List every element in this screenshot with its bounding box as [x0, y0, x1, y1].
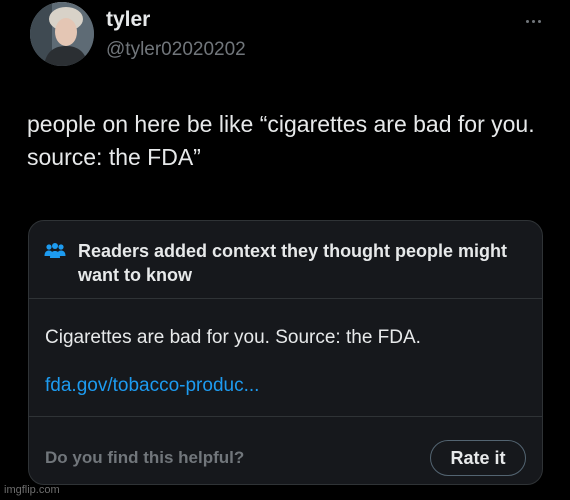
rate-it-button[interactable]: Rate it: [430, 440, 526, 476]
avatar-image: [30, 2, 94, 66]
community-note-body: Cigarettes are bad for you. Source: the …: [45, 327, 421, 348]
more-dot-icon: [537, 19, 541, 23]
tweet-text: people on here be like “cigarettes are b…: [27, 111, 535, 170]
helpful-question: Do you find this helpful?: [45, 448, 245, 467]
avatar[interactable]: [30, 2, 94, 66]
community-note-title: Readers added context they thought peopl…: [78, 241, 508, 285]
more-dot-icon: [525, 19, 529, 23]
people-icon: [44, 243, 66, 258]
author-handle[interactable]: @tyler02020202: [106, 39, 246, 61]
community-note-footer: Do you find this helpful? Rate it: [29, 416, 542, 484]
community-note-source-link[interactable]: fda.gov/tobacco-produc...: [45, 375, 259, 397]
community-note-card: Readers added context they thought peopl…: [28, 220, 543, 485]
more-options-button[interactable]: [520, 12, 546, 30]
tweet-page: tyler @tyler02020202 people on here be l…: [0, 0, 570, 500]
community-note-header: Readers added context they thought peopl…: [29, 221, 542, 299]
author-display-name[interactable]: tyler: [106, 8, 150, 32]
watermark: imgflip.com: [4, 484, 60, 496]
more-dot-icon: [531, 19, 535, 23]
